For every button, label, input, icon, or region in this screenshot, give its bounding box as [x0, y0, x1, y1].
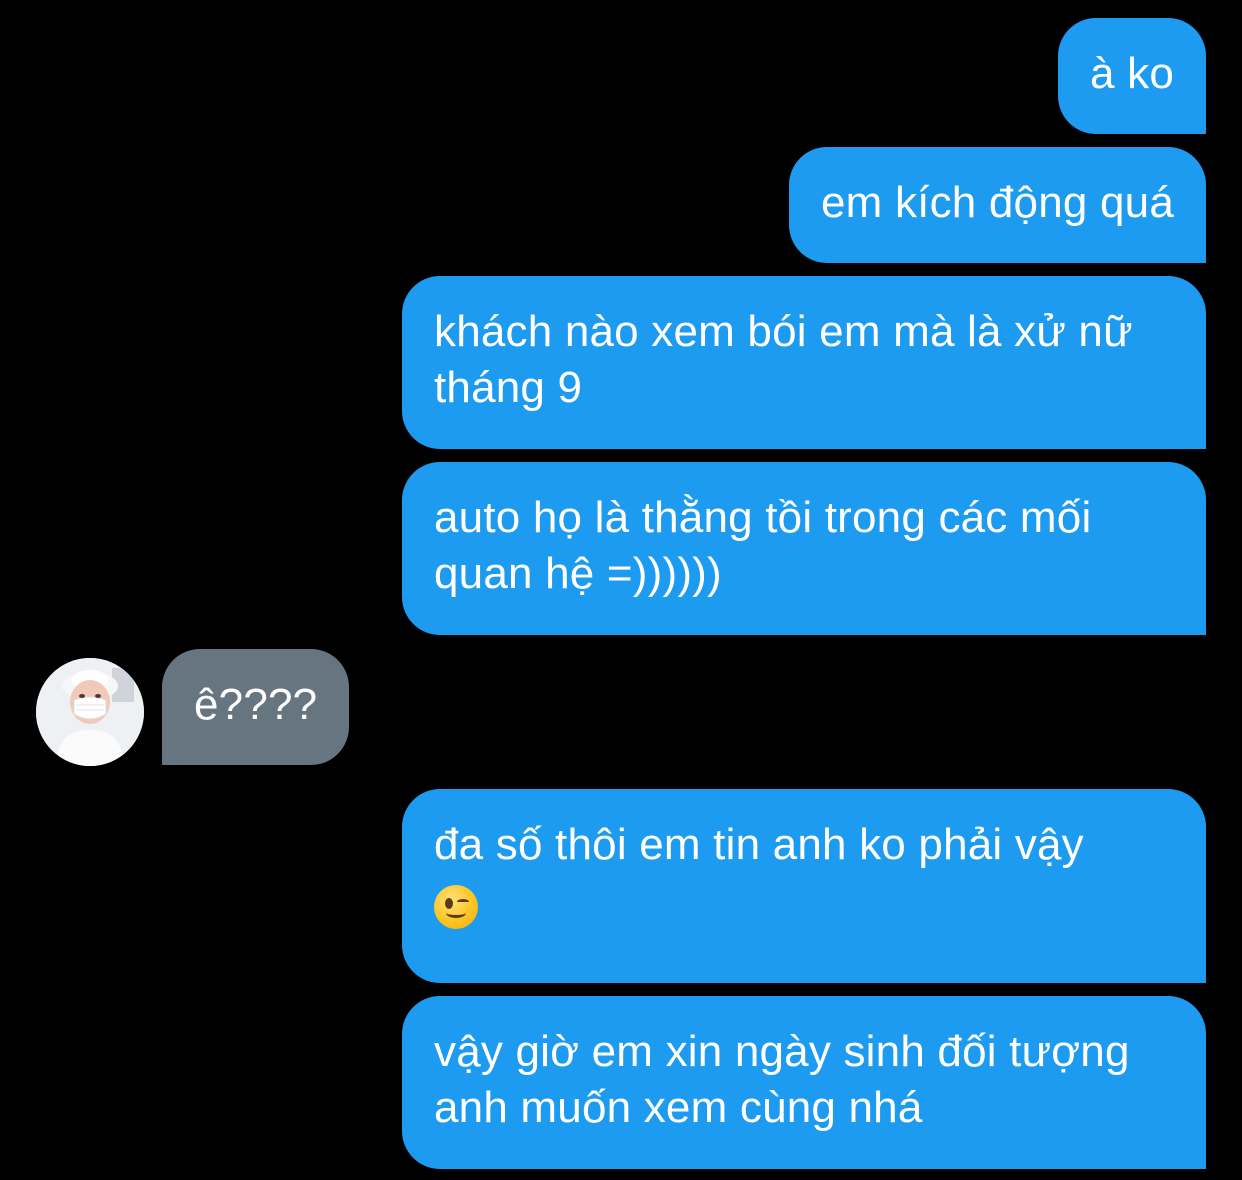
message-bubble-sent[interactable]: đa số thôi em tin anh ko phải vậy	[402, 789, 1206, 983]
message-bubble-sent[interactable]: vậy giờ em xin ngày sinh đối tượng anh m…	[402, 996, 1206, 1169]
message-text: ê????	[194, 680, 318, 729]
message-bubble-received[interactable]: ê????	[162, 649, 350, 765]
message-bubble-sent[interactable]: khách nào xem bói em mà là xử nữ tháng 9	[402, 276, 1206, 449]
message-text: em kích động quá	[821, 178, 1174, 227]
contact-avatar[interactable]	[36, 658, 144, 766]
message-bubble-sent[interactable]: em kích động quá	[789, 147, 1206, 263]
message-text: khách nào xem bói em mà là xử nữ tháng 9	[434, 307, 1133, 412]
message-bubble-sent[interactable]: à ko	[1058, 18, 1206, 134]
winking-face-icon	[434, 885, 478, 930]
message-text: auto họ là thằng tồi trong các mối quan …	[434, 493, 1092, 598]
message-text: à ko	[1090, 49, 1174, 98]
message-bubble-sent[interactable]: auto họ là thằng tồi trong các mối quan …	[402, 462, 1206, 635]
message-thread: à ko em kích động quá khách nào xem bói …	[0, 0, 1242, 1180]
message-text: vậy giờ em xin ngày sinh đối tượng anh m…	[434, 1027, 1130, 1132]
message-text: đa số thôi em tin anh ko phải vậy	[434, 820, 1084, 869]
avatar-image	[36, 658, 144, 766]
